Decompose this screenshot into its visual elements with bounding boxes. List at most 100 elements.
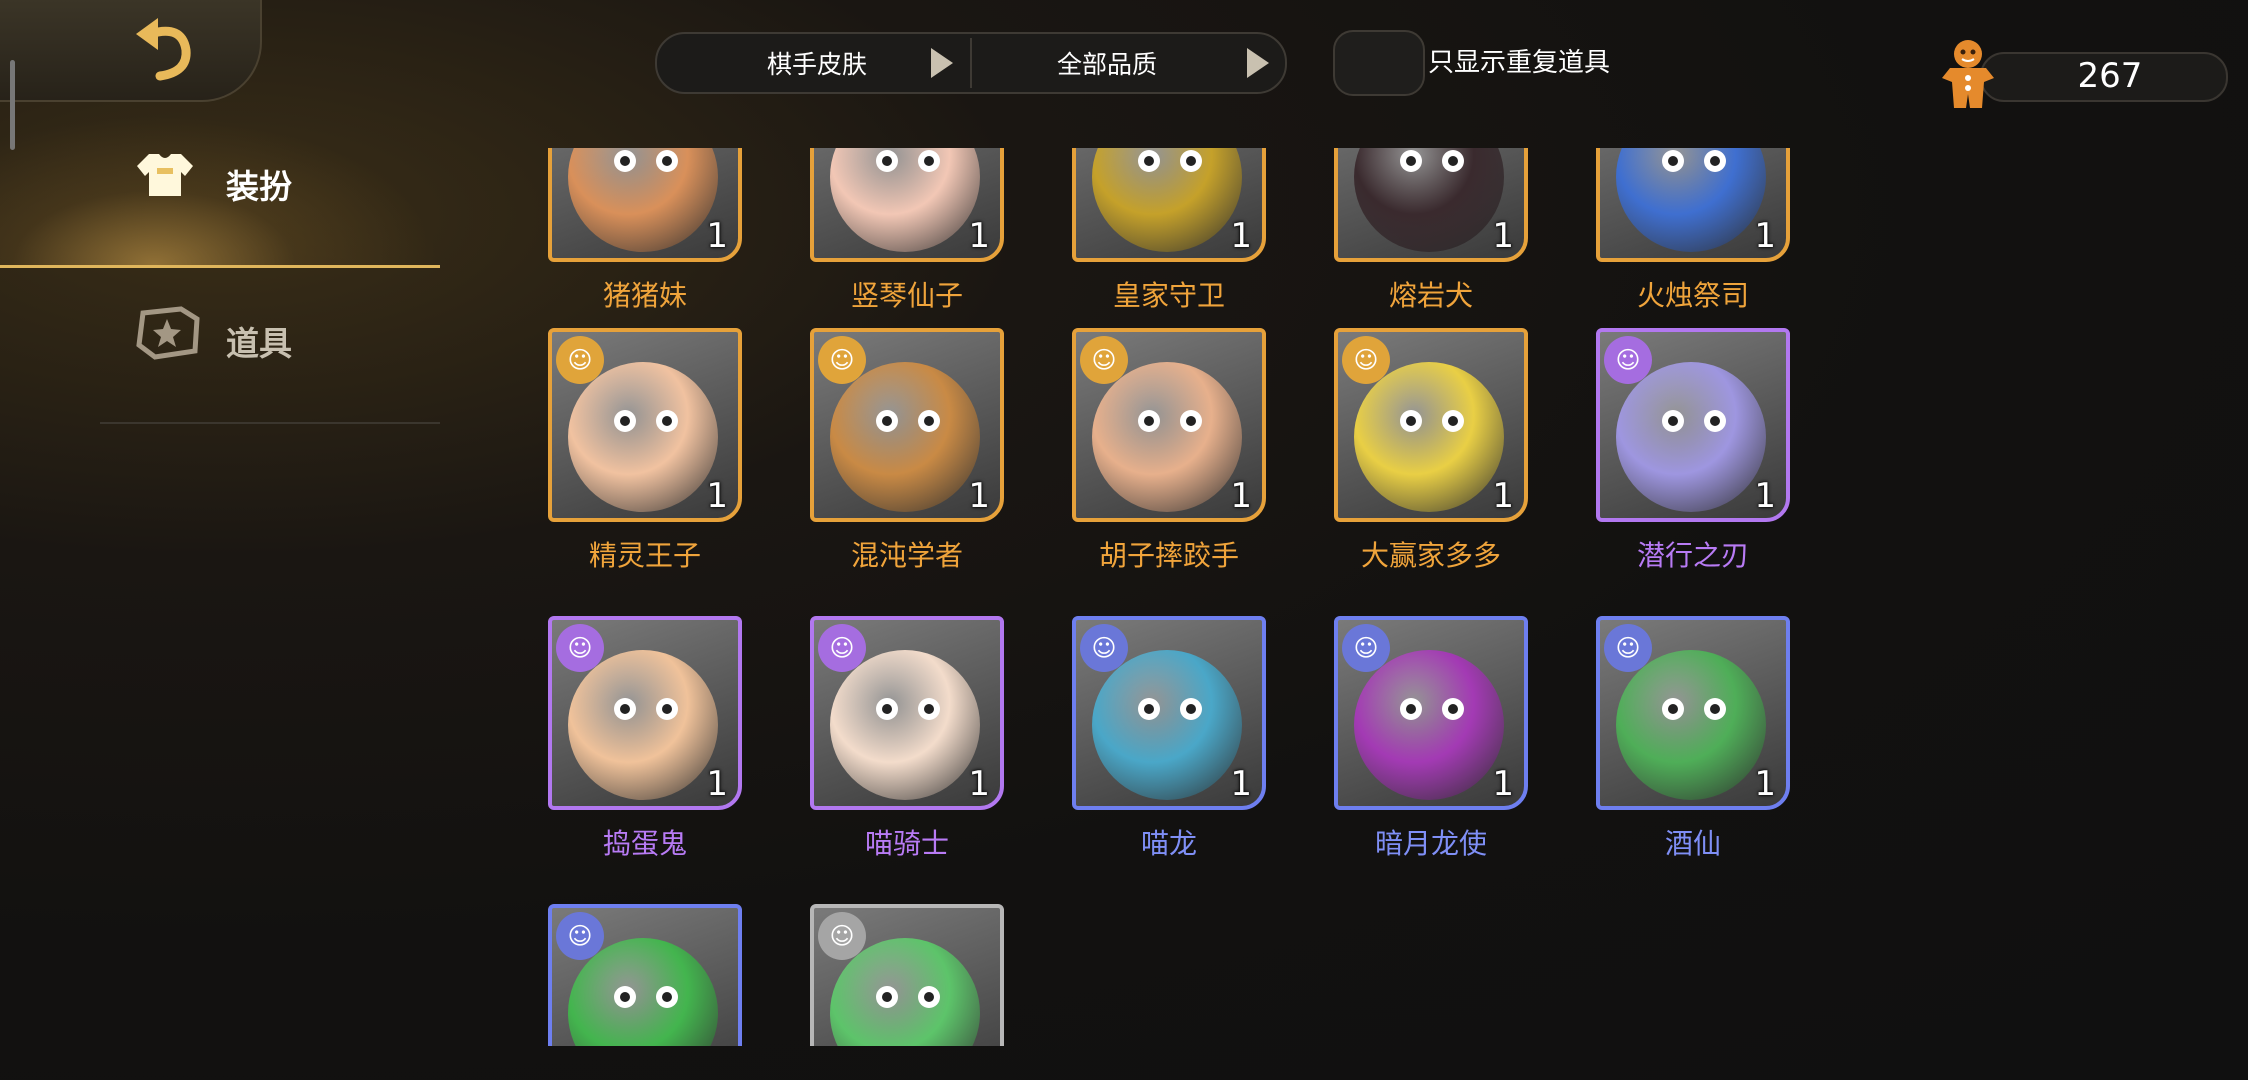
character-face [1616,650,1766,800]
item-count: 1 [1230,764,1252,804]
item-count: 1 [1492,216,1514,256]
quality-arrow-icon[interactable] [1247,48,1269,78]
skin-name: 酒仙 [1664,827,1721,860]
skin-portrait: ☺1 [1072,616,1266,810]
skin-portrait: ☺1 [810,148,1004,262]
character-face [568,148,718,252]
eye-shape [1662,410,1684,432]
skin-name: 大赢家多多 [1360,539,1501,572]
skin-name: 熔岩犬 [1388,279,1473,312]
back-arrow-icon [136,18,191,81]
eye-shape [614,986,636,1008]
eye-shape [1704,410,1726,432]
chess-player-badge-icon: ☺ [1080,624,1128,672]
item-count: 1 [1754,476,1776,516]
sidebar-item-costume[interactable]: 装扮 [0,115,440,268]
eye-shape [656,698,678,720]
category-select[interactable]: 棋手皮肤 [697,34,937,92]
skin-portrait: ☺1 [1334,616,1528,810]
skin-name: 喵骑士 [864,827,949,860]
eye-shape [1442,410,1464,432]
filter-bar: 棋手皮肤 全部品质 [655,32,1287,94]
eye-shape [1400,698,1422,720]
chess-player-badge-icon: ☺ [556,336,604,384]
sidebar: 装扮 道具 [0,0,440,1080]
character-face [1092,362,1242,512]
skin-portrait: ☺1 [1334,328,1528,522]
eye-shape [918,410,940,432]
eye-shape [1662,698,1684,720]
skin-name: 胡子摔跤手 [1098,539,1239,572]
eye-shape [1442,150,1464,172]
item-count: 1 [1492,476,1514,516]
back-button[interactable] [0,0,262,102]
character-face [1616,148,1766,252]
item-count: 1 [968,764,990,804]
skin-name: 捣蛋鬼 [602,827,687,860]
item-count: 1 [706,216,728,256]
skin-portrait: ☺1 [1334,148,1528,262]
duplicate-toggle-label: 只显示重复道具 [1428,48,1611,78]
eye-shape [1662,150,1684,172]
eye-shape [1400,150,1422,172]
quality-select[interactable]: 全部品质 [987,34,1227,92]
character-face [1354,362,1504,512]
character-face [830,362,980,512]
skin-portrait: ☺1 [1596,148,1790,262]
skin-portrait: ☺1 [1072,328,1266,522]
sidebar-item-label: 道具 [226,324,292,363]
chess-player-badge-icon: ☺ [556,912,604,960]
chess-player-badge-icon: ☺ [818,336,866,384]
character-face [1354,650,1504,800]
character-face [1092,148,1242,252]
filter-divider [970,38,972,88]
eye-shape [876,150,898,172]
eye-shape [1138,150,1160,172]
item-count: 1 [1230,216,1252,256]
item-grid: ☺1猪猪妹☺1竖琴仙子☺1皇家守卫☺1熔岩犬☺1火烛祭司☺1精灵王子☺1混沌学者… [540,148,1840,1046]
chess-player-badge-icon: ☺ [1342,624,1390,672]
eye-shape [876,698,898,720]
chess-player-badge-icon: ☺ [1080,336,1128,384]
category-label: 棋手皮肤 [766,50,867,79]
character-face [830,148,980,252]
item-count: 1 [1754,764,1776,804]
chess-player-badge-icon: ☺ [1604,336,1652,384]
eye-shape [614,150,636,172]
character-face [830,650,980,800]
category-arrow-icon[interactable] [931,48,953,78]
skin-portrait: ☺1 [548,148,742,262]
character-face [1092,650,1242,800]
eye-shape [614,410,636,432]
eye-shape [1180,410,1202,432]
eye-shape [656,150,678,172]
eye-shape [1442,698,1464,720]
skin-name: 猪猪妹 [602,279,687,312]
skin-portrait: ☺1 [1596,328,1790,522]
eye-shape [876,410,898,432]
eye-shape [1180,698,1202,720]
chess-player-badge-icon: ☺ [818,912,866,960]
gingerbread-icon [1942,40,1994,108]
skin-name: 喵龙 [1140,827,1197,860]
skin-portrait: ☺1 [548,616,742,810]
item-count: 1 [706,764,728,804]
skin-portrait: ☺1 [810,328,1004,522]
eye-shape [1138,698,1160,720]
chess-player-badge-icon: ☺ [818,624,866,672]
chess-player-badge-icon: ☺ [1342,336,1390,384]
eye-shape [1704,150,1726,172]
item-count: 1 [1230,476,1252,516]
eye-shape [1180,150,1202,172]
skin-name: 竖琴仙子 [850,279,963,312]
skin-name: 潜行之刃 [1636,539,1749,572]
sidebar-item-items[interactable]: 道具 [0,275,440,425]
skin-portrait: ☺1 [548,328,742,522]
item-count: 1 [968,216,990,256]
skin-name: 精灵王子 [588,539,701,572]
item-count: 1 [706,476,728,516]
duplicate-toggle[interactable] [1333,30,1425,96]
skin-name: 皇家守卫 [1112,279,1225,312]
sidebar-item-label: 装扮 [226,167,292,206]
item-count: 1 [1754,216,1776,256]
